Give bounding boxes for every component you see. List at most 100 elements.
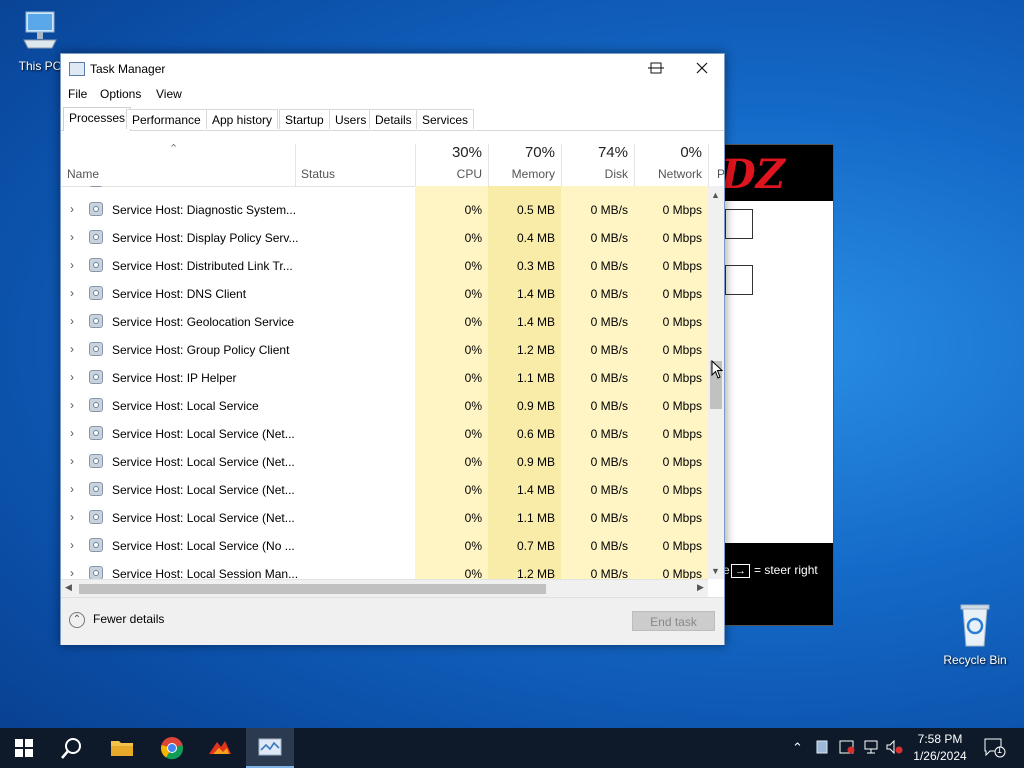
table-row[interactable]: › Service Host: Display Policy Serv... 0% 0… bbox=[61, 224, 708, 252]
table-row[interactable]: › Service Host: Geolocation Service 0% 1.4 … bbox=[61, 308, 708, 336]
tray-network-icon[interactable] bbox=[863, 740, 879, 757]
taskbar-game-app[interactable] bbox=[196, 728, 244, 768]
table-row[interactable]: › Service Host: DNS Client 0% 1.4 MB 0 MB/s 0… bbox=[61, 280, 708, 308]
column-header-memory[interactable]: 70% Memory bbox=[488, 144, 561, 186]
process-cpu-value: 0% bbox=[464, 203, 482, 217]
expand-chevron-icon[interactable]: › bbox=[70, 230, 74, 244]
close-button[interactable] bbox=[679, 54, 725, 84]
scroll-right-icon[interactable]: ▶ bbox=[697, 582, 704, 593]
table-row[interactable]: › Service Host: IP Helper 0% 1.1 MB 0 MB/s 0 … bbox=[61, 364, 708, 392]
process-disk-value: 0 MB/s bbox=[590, 399, 628, 413]
network-label: Network bbox=[657, 167, 702, 181]
search-button[interactable] bbox=[48, 728, 96, 768]
sort-caret-icon[interactable]: ⌃ bbox=[169, 142, 178, 155]
column-header-status[interactable]: Status bbox=[301, 167, 335, 181]
expand-chevron-icon[interactable]: › bbox=[70, 286, 74, 300]
maximize-visible-button[interactable] bbox=[633, 54, 679, 84]
expand-chevron-icon[interactable]: › bbox=[70, 370, 74, 384]
service-gear-icon bbox=[89, 202, 103, 216]
taskbar-file-explorer[interactable] bbox=[98, 728, 146, 768]
scroll-down-icon[interactable]: ▼ bbox=[711, 566, 720, 576]
expand-chevron-icon[interactable]: › bbox=[70, 314, 74, 328]
table-row[interactable]: › Service Host: Local Service (Net... 0% 1.… bbox=[61, 476, 708, 504]
tray-security-icon[interactable] bbox=[839, 740, 855, 757]
process-cpu-value: 0% bbox=[464, 483, 482, 497]
taskbar: ⌃ 7:58 PM 1/26/2024 1 bbox=[0, 728, 1024, 768]
table-row[interactable]: › Service Host: Diagnostic System... 0% 0.5… bbox=[61, 196, 708, 224]
expand-chevron-icon[interactable]: › bbox=[70, 426, 74, 440]
table-row[interactable]: › Service Host: Local Service (No ... 0% 0.… bbox=[61, 532, 708, 560]
service-gear-icon bbox=[89, 426, 103, 440]
process-memory-value: 1.2 MB bbox=[516, 343, 555, 357]
table-row[interactable]: › Service Host: Local Service (Net... 0% 0.… bbox=[61, 420, 708, 448]
power-label: P bbox=[717, 167, 726, 181]
tray-app-icon[interactable] bbox=[816, 740, 828, 757]
horizontal-scrollbar[interactable]: ◀ ▶ bbox=[61, 579, 708, 597]
process-network-value: 0 Mbps bbox=[662, 203, 702, 217]
task-manager-window[interactable]: Task Manager — File Options View Process… bbox=[60, 53, 725, 645]
game-input-box[interactable] bbox=[725, 265, 753, 295]
column-header-network[interactable]: 0% Network bbox=[634, 144, 708, 186]
table-row[interactable]: › Service Host: Local Service (Net... 0% 1.… bbox=[61, 504, 708, 532]
process-disk-value: 0 MB/s bbox=[590, 371, 628, 385]
menu-options[interactable]: Options bbox=[100, 87, 141, 101]
process-cpu-value: 0% bbox=[464, 343, 482, 357]
expand-chevron-icon[interactable]: › bbox=[70, 342, 74, 356]
expand-chevron-icon[interactable]: › bbox=[70, 202, 74, 216]
show-hidden-icons[interactable]: ⌃ bbox=[792, 740, 803, 756]
process-memory-value: 1.2 MB bbox=[516, 567, 555, 579]
process-cpu-value: 0% bbox=[464, 511, 482, 525]
menu-view[interactable]: View bbox=[156, 87, 182, 101]
expand-chevron-icon[interactable]: › bbox=[70, 398, 74, 412]
taskbar-chrome[interactable] bbox=[148, 728, 196, 768]
column-header-power[interactable]: P bbox=[708, 144, 726, 186]
action-center-button[interactable]: 1 bbox=[984, 738, 1006, 761]
scroll-up-icon[interactable]: ▲ bbox=[711, 190, 720, 200]
tab-app-history[interactable]: App history bbox=[206, 109, 279, 129]
clock-date: 1/26/2024 bbox=[913, 749, 967, 763]
cpu-total-percent: 30% bbox=[451, 144, 482, 161]
column-header-row: ⌃ Name Status 30% CPU 70% Memory 74% Dis… bbox=[61, 142, 726, 187]
expand-chevron-icon[interactable]: › bbox=[70, 538, 74, 552]
column-header-disk[interactable]: 74% Disk bbox=[561, 144, 634, 186]
title-bar[interactable]: Task Manager — bbox=[61, 54, 724, 84]
expand-chevron-icon[interactable]: › bbox=[70, 454, 74, 468]
tab-users[interactable]: Users bbox=[329, 109, 373, 129]
end-task-button[interactable]: End task bbox=[632, 611, 715, 631]
tab-details[interactable]: Details bbox=[369, 109, 418, 129]
game-input-box[interactable] bbox=[725, 209, 753, 239]
expand-chevron-icon[interactable]: › bbox=[70, 510, 74, 524]
column-header-cpu[interactable]: 30% CPU bbox=[415, 144, 488, 186]
process-memory-value: 1.4 MB bbox=[516, 287, 555, 301]
tab-processes[interactable]: Processes bbox=[63, 107, 132, 131]
horizontal-scroll-thumb[interactable] bbox=[79, 584, 546, 594]
table-row[interactable]: › Service Host: Local Session Man... 0% 1.2… bbox=[61, 560, 708, 579]
expand-chevron-icon[interactable]: › bbox=[70, 566, 74, 579]
table-row[interactable]: › Service Host: Group Policy Client 0% 1.2 … bbox=[61, 336, 708, 364]
process-network-value: 0 Mbps bbox=[662, 455, 702, 469]
desktop-icon-recycle-bin[interactable]: Recycle Bin bbox=[935, 602, 1015, 667]
column-header-name[interactable]: Name bbox=[67, 167, 99, 181]
process-memory-value: 0.3 MB bbox=[516, 259, 555, 273]
tray-volume-icon[interactable] bbox=[886, 739, 904, 757]
table-row[interactable]: › Service Host: Local Service 0% 0.9 MB 0 MB… bbox=[61, 392, 708, 420]
scroll-left-icon[interactable]: ◀ bbox=[65, 582, 72, 593]
expand-chevron-icon[interactable]: › bbox=[70, 482, 74, 496]
tab-services[interactable]: Services bbox=[416, 109, 475, 129]
fewer-details-button[interactable]: ⌃ Fewer details bbox=[69, 612, 164, 628]
process-network-value: 0 Mbps bbox=[662, 371, 702, 385]
tab-performance[interactable]: Performance bbox=[126, 109, 207, 129]
vertical-scrollbar[interactable]: ▲ ▼ bbox=[708, 186, 724, 579]
disk-label: Disk bbox=[604, 167, 628, 181]
tab-startup[interactable]: Startup bbox=[279, 109, 330, 129]
table-row[interactable]: › Service Host: Distributed Link Tr... 0% 0… bbox=[61, 252, 708, 280]
table-row[interactable]: › Service Host: Local Service (Net... 0% 0.… bbox=[61, 448, 708, 476]
mouse-cursor-icon bbox=[711, 360, 723, 379]
taskbar-clock[interactable]: 7:58 PM 1/26/2024 bbox=[905, 731, 975, 765]
taskbar-task-manager[interactable] bbox=[246, 728, 294, 768]
start-button[interactable] bbox=[0, 728, 48, 768]
menu-file[interactable]: File bbox=[68, 87, 87, 101]
service-icon bbox=[89, 186, 103, 187]
expand-chevron-icon[interactable]: › bbox=[70, 258, 74, 272]
table-row-partial[interactable] bbox=[61, 186, 708, 189]
